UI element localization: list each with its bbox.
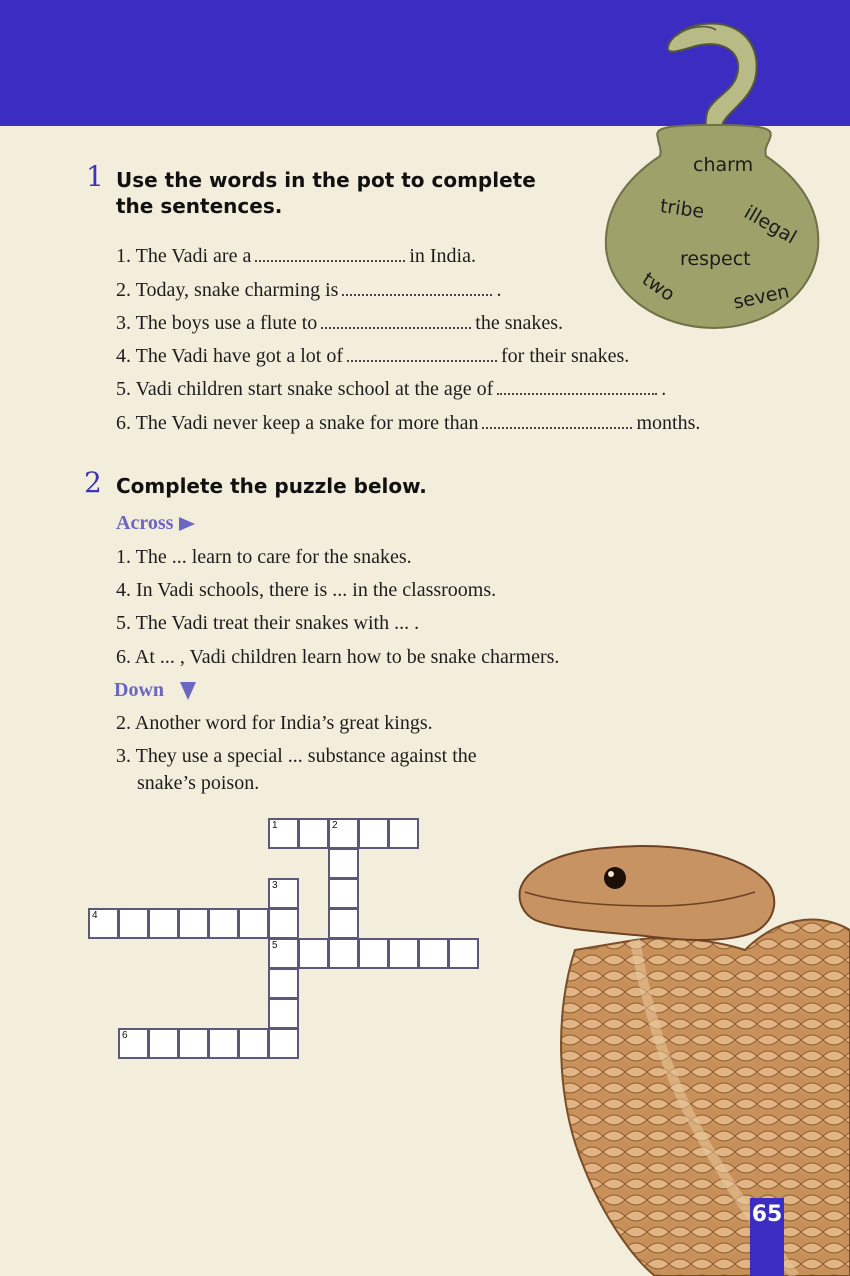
exercise-1-title-line2: the sentences. bbox=[116, 194, 283, 218]
crossword-cell[interactable] bbox=[328, 938, 359, 969]
crossword-cell[interactable] bbox=[418, 938, 449, 969]
crossword-cell[interactable] bbox=[268, 1028, 299, 1059]
page-number: 65 bbox=[750, 1198, 784, 1276]
crossword-cell[interactable]: 5 bbox=[268, 938, 299, 969]
crossword-clue-number: 1 bbox=[272, 820, 278, 831]
down-clue-3-cont: snake’s poison. bbox=[137, 772, 260, 794]
cobra-illustration bbox=[518, 845, 850, 1276]
down-clue-3: 3. They use a special ... substance agai… bbox=[116, 745, 477, 767]
crossword-cell[interactable] bbox=[148, 908, 179, 939]
across-clue-1: 1. The ... learn to care for the snakes. bbox=[116, 546, 412, 568]
sentence-5: 5. Vadi children start snake school at t… bbox=[116, 378, 667, 400]
crossword-cell[interactable] bbox=[268, 908, 299, 939]
crossword-clue-number: 6 bbox=[122, 1030, 128, 1041]
sentence-4: 4. The Vadi have got a lot of for their s… bbox=[116, 345, 630, 367]
crossword-cell[interactable] bbox=[208, 908, 239, 939]
crossword-cell[interactable] bbox=[268, 968, 299, 999]
crossword-cell[interactable]: 4 bbox=[88, 908, 119, 939]
sentence-2: 2. Today, snake charming is. bbox=[116, 279, 502, 301]
crossword-cell[interactable] bbox=[208, 1028, 239, 1059]
sentence-3: 3. The boys use a flute to the snakes. bbox=[116, 312, 564, 334]
arrow-right-icon bbox=[179, 517, 196, 532]
crossword-cell[interactable]: 6 bbox=[118, 1028, 149, 1059]
crossword-cell[interactable] bbox=[388, 818, 419, 849]
answer-blank-5[interactable] bbox=[497, 393, 658, 395]
crossword-cell[interactable] bbox=[328, 878, 359, 909]
crossword-cell[interactable] bbox=[238, 1028, 269, 1059]
crossword-cell[interactable] bbox=[298, 938, 329, 969]
crossword-cell[interactable] bbox=[328, 848, 359, 879]
exercise-1-title-line1: Use the words in the pot to complete bbox=[116, 168, 536, 192]
crossword-cell[interactable]: 1 bbox=[268, 818, 299, 849]
down-heading: Down bbox=[114, 679, 197, 702]
crossword-cell[interactable] bbox=[238, 908, 269, 939]
crossword-cell[interactable] bbox=[268, 998, 299, 1029]
crossword-cell[interactable] bbox=[358, 938, 389, 969]
sentence-1: 1. The Vadi are a in India. bbox=[116, 245, 476, 267]
crossword-cell[interactable] bbox=[148, 1028, 179, 1059]
crossword-cell[interactable] bbox=[388, 938, 419, 969]
across-clue-4: 4. In Vadi schools, there is ... in the … bbox=[116, 579, 497, 601]
crossword-cell[interactable] bbox=[178, 1028, 209, 1059]
crossword-cell[interactable] bbox=[448, 938, 479, 969]
sentence-6: 6. The Vadi never keep a snake for more … bbox=[116, 412, 701, 434]
across-heading: Across bbox=[116, 512, 196, 535]
pot-word-respect: respect bbox=[680, 248, 751, 270]
answer-blank-1[interactable] bbox=[255, 260, 406, 262]
crossword-cell[interactable] bbox=[298, 818, 329, 849]
crossword-cell[interactable] bbox=[328, 908, 359, 939]
answer-blank-3[interactable] bbox=[321, 327, 472, 329]
crossword-clue-number: 2 bbox=[332, 820, 338, 831]
arrow-down-icon bbox=[180, 682, 197, 701]
crossword-cell[interactable] bbox=[178, 908, 209, 939]
down-clue-2: 2. Another word for India’s great kings. bbox=[116, 712, 433, 734]
crossword-clue-number: 5 bbox=[272, 940, 278, 951]
across-clue-6: 6. At ... , Vadi children learn how to b… bbox=[116, 646, 560, 668]
exercise-2-title: Complete the puzzle below. bbox=[116, 474, 427, 498]
exercise-1-number: 1 bbox=[86, 160, 104, 193]
answer-blank-2[interactable] bbox=[342, 294, 493, 296]
crossword-clue-number: 4 bbox=[92, 910, 98, 921]
crossword-clue-number: 3 bbox=[272, 880, 278, 891]
crossword-cell[interactable] bbox=[358, 818, 389, 849]
crossword-cell[interactable]: 3 bbox=[268, 878, 299, 909]
answer-blank-6[interactable] bbox=[482, 427, 633, 429]
pot-word-charm: charm bbox=[693, 154, 754, 176]
across-clue-5: 5. The Vadi treat their snakes with ... … bbox=[116, 612, 420, 634]
crossword-cell[interactable] bbox=[118, 908, 149, 939]
exercise-2-number: 2 bbox=[84, 466, 102, 499]
crossword-cell[interactable]: 2 bbox=[328, 818, 359, 849]
answer-blank-4[interactable] bbox=[347, 360, 497, 362]
